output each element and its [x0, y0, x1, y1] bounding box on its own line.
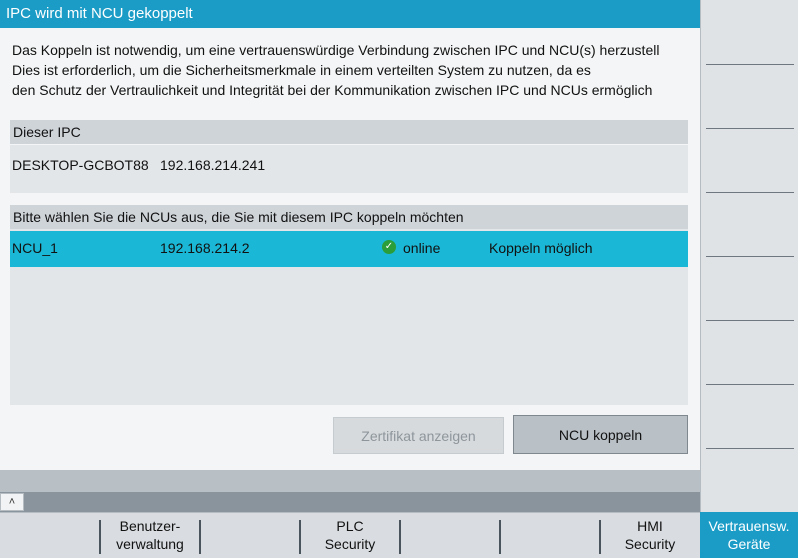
vertical-softkey-1[interactable] [706, 64, 794, 65]
softkey-3[interactable] [200, 512, 300, 558]
vertical-softkey-2[interactable] [706, 128, 794, 129]
vertical-softkey-bar [700, 0, 798, 558]
softkey-user-management[interactable]: Benutzer-verwaltung [100, 512, 200, 558]
softkey-divider [599, 520, 601, 554]
ncu-status: online [403, 240, 441, 256]
ncu-list: NCU_1 192.168.214.2 ✓ online Koppeln mög… [10, 229, 688, 405]
vertical-softkey-4[interactable] [706, 256, 794, 257]
softkey-divider [499, 520, 501, 554]
dialog-title: IPC wird mit NCU gekoppelt [0, 0, 700, 28]
softkey-4-line2: Security [324, 536, 376, 552]
ipc-name: DESKTOP-GCBOT88 [12, 157, 149, 173]
softkey-7-line2: Security [624, 536, 676, 552]
softkey-plc-security[interactable]: PLC Security [300, 512, 400, 558]
ncu-ip-address: 192.168.214.2 [160, 240, 250, 256]
softkey-trusted-devices[interactable]: Vertrauensw. Geräte [700, 512, 798, 558]
ncu-section-header: Bitte wählen Sie die NCUs aus, die Sie m… [10, 205, 688, 229]
softkey-hmi-security[interactable]: HMI Security [600, 512, 700, 558]
softkey-2-line1: Benutzer- [119, 518, 181, 534]
show-certificate-button[interactable]: Zertifikat anzeigen [333, 417, 504, 454]
softkey-6[interactable] [500, 512, 600, 558]
softkey-divider [99, 520, 101, 554]
vertical-softkey-6[interactable] [706, 384, 794, 385]
intro-line-2: Dies ist erforderlich, um die Sicherheit… [12, 62, 591, 78]
softkey-divider [399, 520, 401, 554]
couple-ncu-button[interactable]: NCU koppeln [513, 415, 688, 454]
ncu-name: NCU_1 [12, 240, 58, 256]
vertical-softkey-3[interactable] [706, 192, 794, 193]
softkey-2-line2: verwaltung [116, 536, 184, 552]
softkey-5[interactable] [400, 512, 500, 558]
intro-text: Das Koppeln ist notwendig, um eine vertr… [12, 40, 700, 100]
softkey-divider [299, 520, 301, 554]
ipc-ip-address: 192.168.214.241 [160, 157, 266, 173]
check-circle-icon: ✓ [382, 240, 396, 254]
chevron-up-icon[interactable]: ˄ [0, 493, 24, 511]
softkey-divider [199, 520, 201, 554]
dialog-footer-strip [0, 470, 700, 492]
ipc-info-box: DESKTOP-GCBOT88 192.168.214.241 [10, 145, 688, 193]
softkey-7-line1: HMI [637, 518, 663, 534]
intro-line-1: Das Koppeln ist notwendig, um eine vertr… [12, 42, 660, 58]
softkey-4-line1: PLC [336, 518, 364, 534]
ipc-section-header: Dieser IPC [10, 120, 688, 144]
softkey-trusted-devices-line1: Vertrauensw. [708, 518, 790, 534]
ncu-action-state: Koppeln möglich [489, 240, 593, 256]
ncu-row-selected[interactable]: NCU_1 192.168.214.2 ✓ online Koppeln mög… [10, 231, 688, 267]
vertical-softkey-5[interactable] [706, 320, 794, 321]
softkey-trusted-devices-line2: Geräte [727, 536, 771, 552]
recall-bar [0, 492, 700, 512]
intro-line-3: den Schutz der Vertraulichkeit und Integ… [12, 82, 653, 98]
vertical-softkey-7[interactable] [706, 448, 794, 449]
softkey-1[interactable] [0, 512, 100, 558]
